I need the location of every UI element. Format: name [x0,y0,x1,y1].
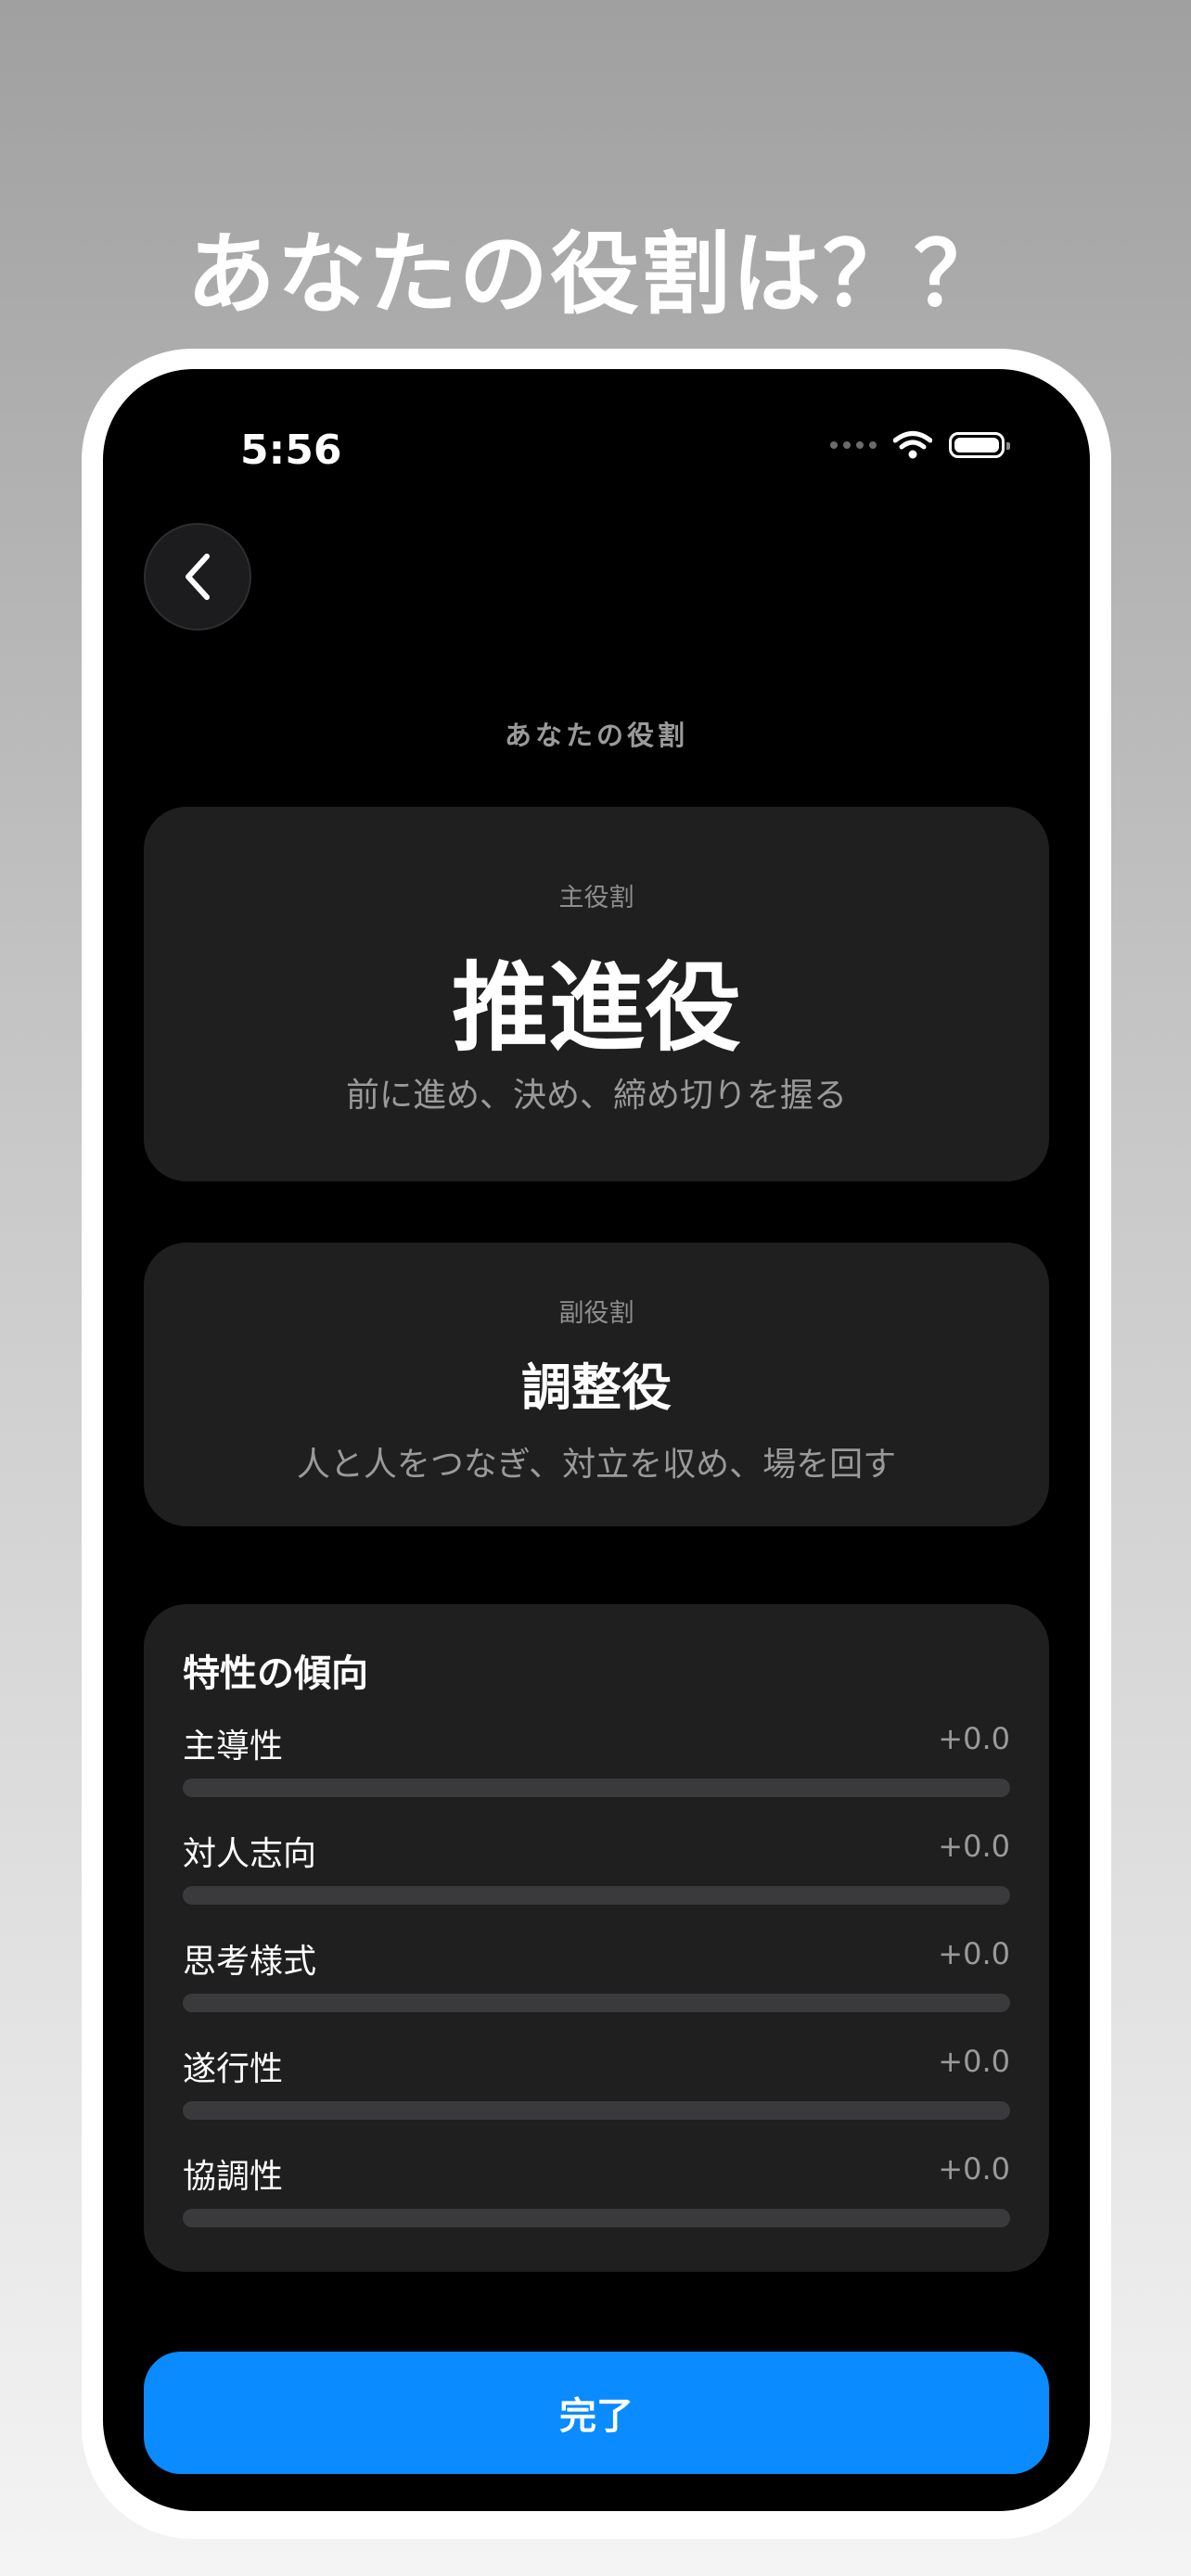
trait-name: 遂行性 [183,2050,284,2088]
trait-value: +0.0 [938,1829,1010,1864]
trait-value: +0.0 [938,1721,1010,1756]
cellular-signal-icon [830,441,877,449]
traits-title: 特性の傾向 [183,1652,368,1695]
trait-name: 主導性 [183,1728,284,1766]
trait-row: 対人志向 +0.0 [183,1827,1010,1910]
chevron-left-icon [186,554,210,600]
trait-bar [183,1994,1010,2012]
primary-role-description: 前に進め、決め、締め切りを握る [345,1077,847,1115]
trait-bar [183,1779,1010,1797]
wifi-icon [893,431,932,459]
secondary-role-description: 人と人をつなぎ、対立を収め、場を回す [296,1446,897,1484]
primary-role-card: 主役割 推進役 前に進め、決め、締め切りを握る [144,807,1049,1181]
trait-name: 思考様式 [183,1943,317,1981]
traits-card: 特性の傾向 主導性 +0.0 対人志向 +0.0 思考様式 +0.0 遂行性 +… [144,1604,1049,2272]
primary-role-label: 主役割 [558,884,634,912]
done-button[interactable]: 完了 [144,2352,1049,2474]
trait-value: +0.0 [938,2151,1010,2187]
secondary-role-name: 調整役 [521,1358,672,1417]
back-button[interactable] [144,523,251,631]
primary-role-name: 推進役 [451,951,741,1065]
secondary-role-label: 副役割 [558,1299,634,1328]
trait-value: +0.0 [938,1936,1010,1971]
trait-bar [183,2209,1010,2227]
trait-row: 主導性 +0.0 [183,1719,1010,1803]
trait-bar [183,1886,1010,1905]
section-caption: あなたの役割 [504,720,688,751]
secondary-role-card: 副役割 調整役 人と人をつなぎ、対立を収め、場を回す [144,1243,1049,1526]
battery-icon [949,432,1010,458]
status-time: 5:56 [240,427,342,474]
trait-name: 協調性 [183,2158,284,2196]
app-screen: 5:56 あなたの役割 主役割 推進役 前に進め、決め、締め切りを握る 副役割 … [103,369,1090,2511]
trait-row: 協調性 +0.0 [183,2149,1010,2233]
status-indicators [830,430,1010,460]
trait-name: 対人志向 [183,1835,317,1873]
trait-value: +0.0 [938,2044,1010,2079]
trait-bar [183,2101,1010,2120]
trait-row: 遂行性 +0.0 [183,2042,1010,2125]
trait-row: 思考様式 +0.0 [183,1934,1010,2018]
promo-headline: あなたの役割は？？ [186,223,1005,326]
